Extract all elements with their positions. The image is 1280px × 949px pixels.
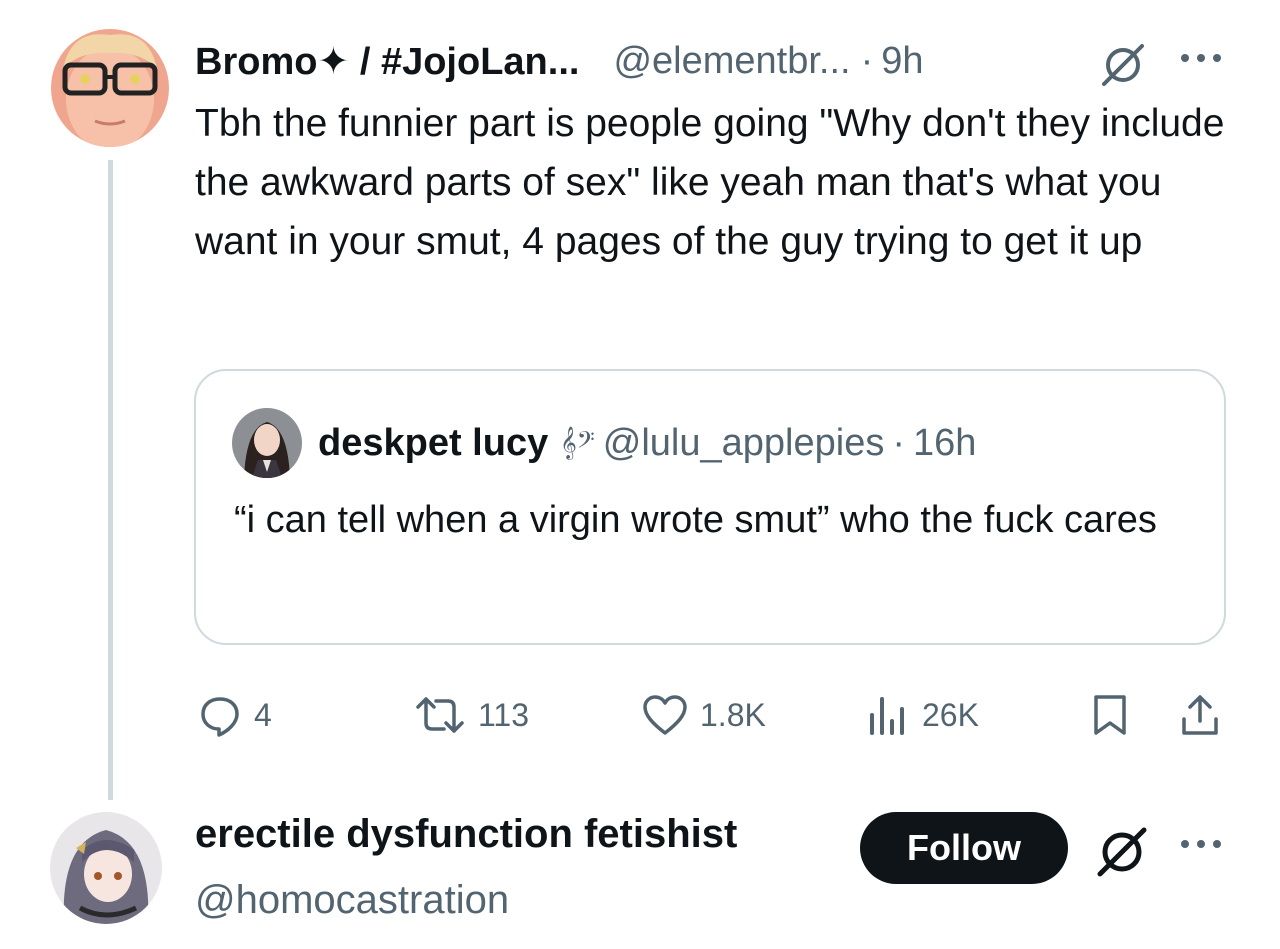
follow-button[interactable]: Follow [860, 812, 1068, 884]
next-author-name[interactable]: erectile dysfunction fetishist [195, 812, 737, 857]
more-icon[interactable] [1178, 834, 1224, 859]
repost-count: 113 [478, 696, 530, 733]
repost-icon [416, 697, 464, 733]
share-button[interactable] [1178, 690, 1222, 740]
quoted-tweet-card[interactable]: deskpet lucy 𝄞𝄢 @lulu_applepies · 16h “i… [194, 369, 1226, 645]
header-separator: · [860, 39, 874, 82]
quoted-tweet-header: deskpet lucy 𝄞𝄢 @lulu_applepies · 16h [318, 419, 976, 467]
quoted-author-name[interactable]: deskpet lucy [318, 422, 548, 465]
views-count: 26K [922, 696, 979, 733]
more-icon[interactable] [1178, 48, 1224, 73]
quoted-author-handle[interactable]: @lulu_applepies [603, 422, 885, 465]
quoted-tweet-time[interactable]: 16h [913, 422, 976, 465]
thread-connector-line [108, 160, 113, 800]
like-count: 1.8K [700, 696, 766, 733]
reply-count: 4 [254, 696, 272, 733]
views-button[interactable]: 26K [866, 690, 979, 740]
quoted-header-separator: · [892, 421, 905, 464]
author-avatar[interactable] [51, 29, 169, 147]
share-icon [1182, 695, 1218, 735]
author-handle[interactable]: @elementbr... [613, 40, 850, 83]
tweet-time[interactable]: 9h [881, 40, 923, 83]
bookmark-icon [1094, 695, 1126, 735]
views-icon [870, 697, 904, 735]
bookmark-button[interactable] [1090, 690, 1130, 740]
tweet-action-bar: 4 113 1.8K 26K [194, 690, 1234, 740]
quoted-name-decoration: 𝄞𝄢 [560, 426, 595, 458]
heart-icon [643, 695, 687, 735]
reply-button[interactable]: 4 [198, 690, 272, 740]
grok-icon[interactable] [1092, 822, 1152, 887]
next-author-handle[interactable]: @homocastration [195, 878, 509, 923]
author-name[interactable]: Bromo✦ / #JojoLan... [195, 39, 579, 84]
tweet-text: Tbh the funnier part is people going "Wh… [195, 102, 1225, 263]
quoted-tweet-text: “i can tell when a virgin wrote smut” wh… [234, 499, 1157, 541]
tweet-header: Bromo✦ / #JojoLan... @elementbr... · 9h [195, 36, 924, 86]
next-author-avatar[interactable] [50, 812, 162, 924]
reply-icon [201, 697, 239, 737]
repost-button[interactable]: 113 [414, 690, 529, 740]
like-button[interactable]: 1.8K [642, 690, 766, 740]
grok-icon[interactable] [1098, 40, 1148, 95]
quoted-author-avatar [232, 408, 302, 478]
